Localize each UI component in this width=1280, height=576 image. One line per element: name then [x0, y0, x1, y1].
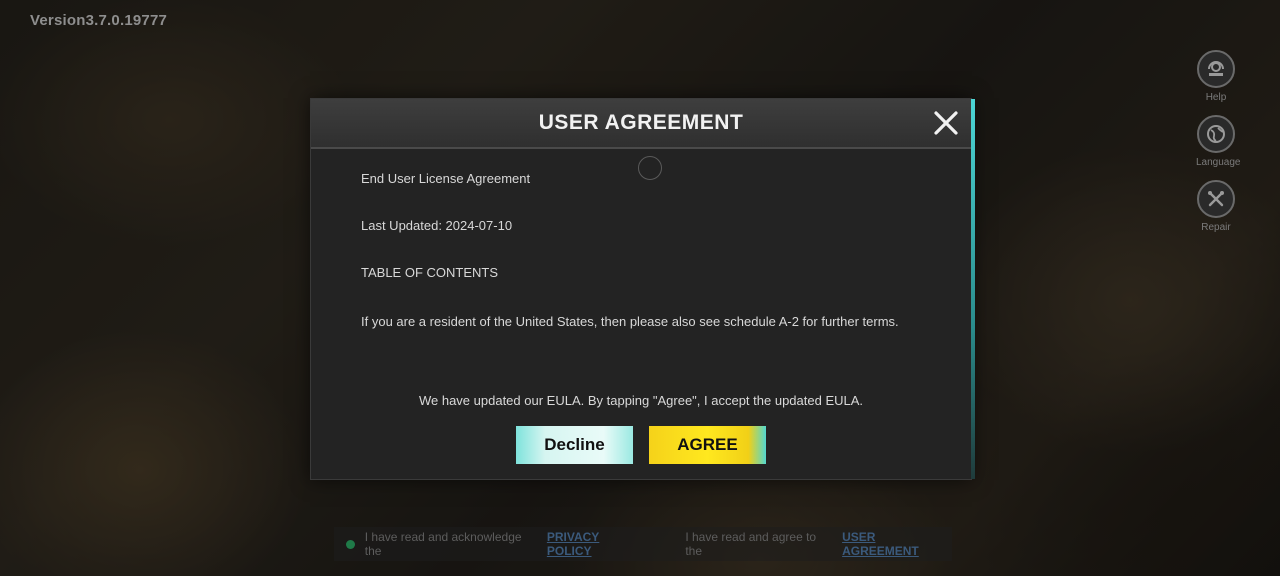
dialog-accent-edge	[971, 99, 975, 479]
globe-icon	[1197, 115, 1235, 153]
dialog-header: USER AGREEMENT	[311, 99, 971, 149]
repair-label: Repair	[1201, 222, 1231, 233]
eula-residency-note: If you are a resident of the United Stat…	[361, 314, 899, 329]
user-agreement-link[interactable]: USER AGREEMENT	[842, 530, 952, 558]
language-label: Language	[1196, 157, 1241, 168]
privacy-policy-link[interactable]: PRIVACY POLICY	[547, 530, 645, 558]
help-button[interactable]: Help	[1196, 50, 1236, 103]
user-agreement-dialog: USER AGREEMENT End User License Agreemen…	[310, 98, 975, 480]
dialog-title: USER AGREEMENT	[538, 111, 744, 134]
consent-bar: I have read and acknowledge the PRIVACY …	[334, 527, 952, 561]
help-label: Help	[1205, 92, 1227, 103]
eula-heading: End User License Agreement	[361, 171, 531, 186]
game-launcher-screen: Version3.7.0.19777 Help Language Repair …	[0, 0, 1280, 576]
decline-button[interactable]: Decline	[516, 426, 633, 464]
agreement-prefix: I have read and agree to the	[685, 530, 817, 558]
repair-button[interactable]: Repair	[1196, 180, 1236, 233]
privacy-prefix: I have read and acknowledge the	[364, 530, 522, 558]
privacy-checkbox[interactable]	[346, 539, 355, 549]
close-button[interactable]	[931, 108, 961, 138]
wrench-icon	[1197, 180, 1235, 218]
eula-last-updated: Last Updated: 2024-07-10	[361, 218, 513, 233]
eula-update-notice: We have updated our EULA. By tapping "Ag…	[418, 393, 864, 408]
agree-button[interactable]: AGREE	[649, 426, 766, 464]
eula-toc: TABLE OF CONTENTS	[361, 265, 498, 280]
close-icon	[934, 111, 958, 135]
loading-spinner-icon	[638, 156, 662, 180]
headset-icon	[1197, 50, 1235, 88]
version-label: Version3.7.0.19777	[30, 12, 168, 29]
language-button[interactable]: Language	[1196, 115, 1241, 168]
